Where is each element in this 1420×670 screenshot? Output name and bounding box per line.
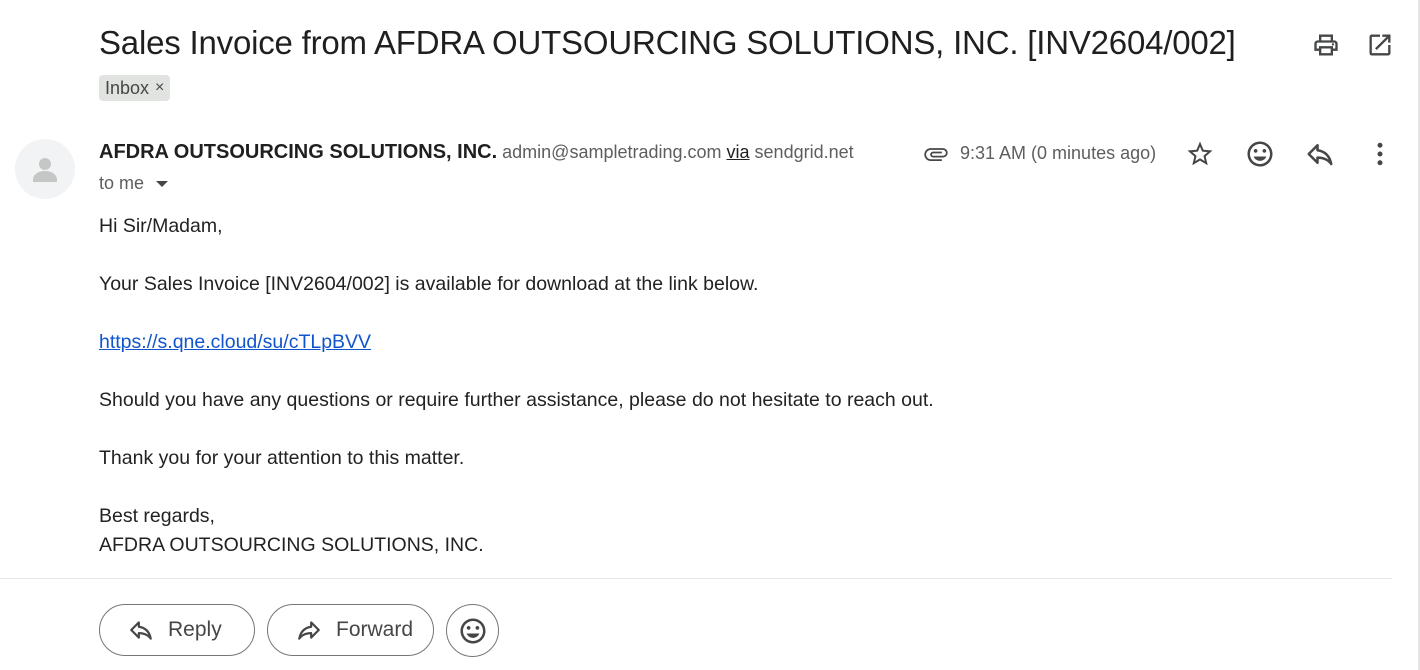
more-vert-icon[interactable] (1365, 139, 1395, 169)
avatar (15, 139, 75, 199)
body-greeting: Hi Sir/Madam, (99, 215, 223, 237)
sender-email: admin@sampletrading.com (502, 142, 722, 162)
open-in-new-icon[interactable] (1366, 31, 1394, 59)
body-signature: AFDRA OUTSOURCING SOLUTIONS, INC. (99, 534, 484, 556)
via-link[interactable]: via (727, 142, 750, 163)
reply-button-label: Reply (168, 618, 222, 641)
forward-button-label: Forward (336, 618, 414, 641)
star-icon[interactable] (1185, 139, 1215, 169)
reply-button[interactable]: Reply (99, 604, 255, 656)
label-chip-inbox: Inbox × (99, 75, 171, 101)
emoji-icon[interactable] (1245, 139, 1275, 169)
print-icon[interactable] (1312, 31, 1340, 59)
email-subject: Sales Invoice from AFDRA OUTSOURCING SOL… (99, 24, 1236, 61)
paperclip-icon (922, 140, 950, 168)
chevron-down-icon[interactable] (156, 180, 169, 187)
forward-icon (298, 621, 320, 640)
body-paragraph-3: Thank you for your attention to this mat… (99, 447, 465, 469)
body-closing: Best regards, (99, 505, 215, 527)
remove-label-button[interactable]: × (155, 79, 164, 97)
recipient-line: to me (99, 173, 169, 194)
body-paragraph-2: Should you have any questions or require… (99, 389, 934, 411)
sender-name[interactable]: AFDRA OUTSOURCING SOLUTIONS, INC. (99, 141, 497, 164)
email-body: Hi Sir/Madam, Your Sales Invoice [INV260… (99, 212, 934, 560)
emoji-reaction-button[interactable] (446, 604, 499, 657)
divider (0, 578, 1392, 579)
label-chip-text: Inbox (105, 77, 150, 98)
forward-button[interactable]: Forward (267, 604, 434, 656)
reply-icon (130, 621, 152, 640)
body-paragraph-1: Your Sales Invoice [INV2604/002] is avai… (99, 273, 759, 295)
emoji-icon (460, 618, 485, 643)
email-timestamp: 9:31 AM (0 minutes ago) (960, 143, 1157, 163)
via-domain: sendgrid.net (754, 142, 854, 162)
invoice-link[interactable]: https://s.qne.cloud/su/cTLpBVV (99, 331, 371, 353)
sender-line: AFDRA OUTSOURCING SOLUTIONS, INC. admin@… (99, 141, 854, 164)
reply-icon[interactable] (1305, 139, 1335, 169)
recipient-text: to me (99, 173, 145, 193)
